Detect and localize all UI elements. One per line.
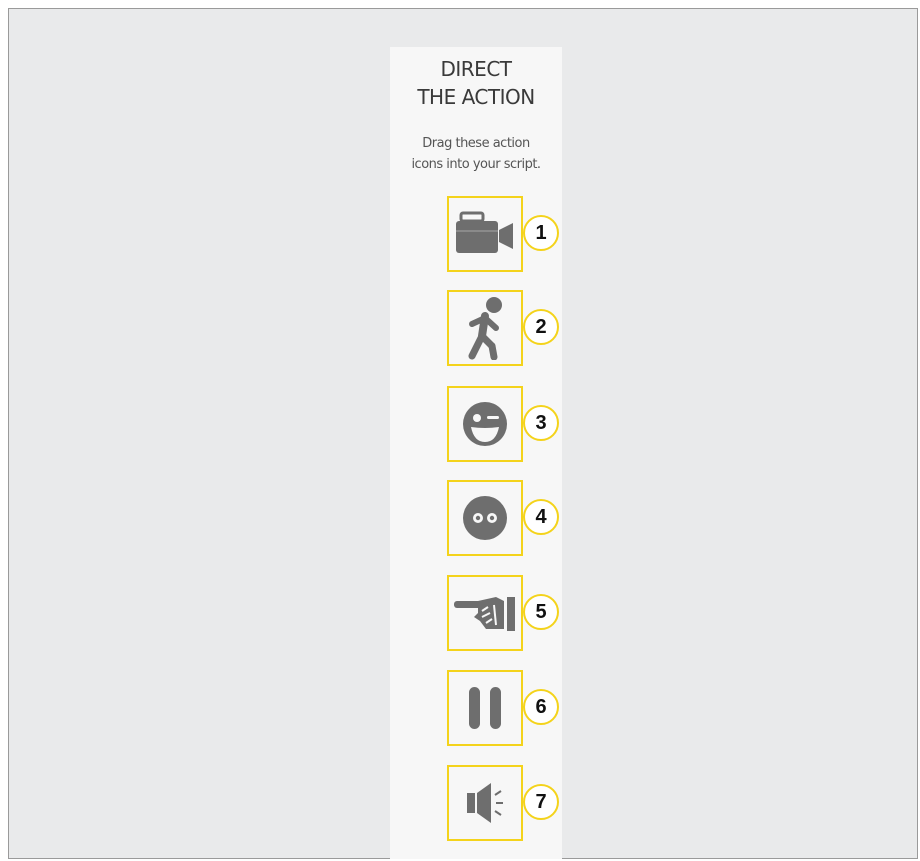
pointing-hand-icon bbox=[454, 597, 515, 631]
action-item-walk: 2 bbox=[447, 290, 559, 366]
pause-icon bbox=[469, 687, 501, 729]
action-number-badge: 5 bbox=[523, 594, 559, 630]
wink-action-tile[interactable] bbox=[447, 386, 523, 462]
panel-title: DIRECT THE ACTION bbox=[390, 55, 562, 111]
action-item-point: 5 bbox=[447, 575, 559, 651]
action-number-badge: 3 bbox=[523, 405, 559, 441]
action-item-wink: 3 bbox=[447, 386, 559, 462]
winking-face-icon bbox=[463, 402, 507, 446]
point-action-tile[interactable] bbox=[447, 575, 523, 651]
pause-action-tile[interactable] bbox=[447, 670, 523, 746]
speaker-icon bbox=[467, 783, 503, 823]
walk-action-tile[interactable] bbox=[447, 290, 523, 366]
action-number-badge: 7 bbox=[523, 784, 559, 820]
action-item-sound: 7 bbox=[447, 765, 559, 841]
panel-instructions-line-1: Drag these action bbox=[422, 136, 530, 151]
panel-instructions: Drag these action icons into your script… bbox=[390, 133, 562, 175]
panel-title-line-2: THE ACTION bbox=[417, 85, 535, 109]
action-number-badge: 6 bbox=[523, 689, 559, 725]
walking-person-icon bbox=[468, 297, 502, 360]
workspace-frame: DIRECT THE ACTION Drag these action icon… bbox=[8, 8, 918, 859]
camera-action-tile[interactable] bbox=[447, 196, 523, 272]
surprise-action-tile[interactable] bbox=[447, 480, 523, 556]
surprised-face-icon bbox=[463, 496, 507, 540]
action-item-surprise: 4 bbox=[447, 480, 559, 556]
action-item-pause: 6 bbox=[447, 670, 559, 746]
action-number-badge: 2 bbox=[523, 309, 559, 345]
action-item-camera: 1 bbox=[447, 196, 559, 272]
action-number-badge: 4 bbox=[523, 499, 559, 535]
panel-instructions-line-2: icons into your script. bbox=[411, 157, 541, 172]
action-number-badge: 1 bbox=[523, 215, 559, 251]
panel-title-line-1: DIRECT bbox=[440, 57, 512, 81]
sound-action-tile[interactable] bbox=[447, 765, 523, 841]
camera-icon bbox=[456, 211, 513, 253]
action-icons-panel: DIRECT THE ACTION Drag these action icon… bbox=[390, 47, 562, 859]
